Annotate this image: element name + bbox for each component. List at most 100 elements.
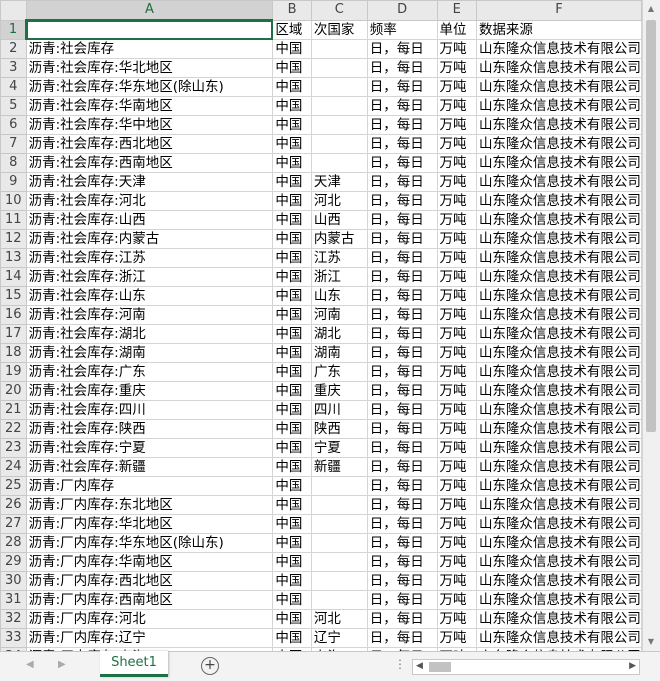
row-header[interactable]: 24: [0, 457, 27, 477]
cell[interactable]: 万吨: [436, 153, 477, 173]
cell[interactable]: 沥青:社会库存:华中地区: [25, 115, 274, 135]
cell[interactable]: 万吨: [436, 58, 477, 78]
cell[interactable]: 中国: [272, 552, 312, 572]
cell[interactable]: 山东隆众信息技术有限公司: [475, 58, 642, 78]
cell[interactable]: 日，每日: [366, 457, 438, 477]
cell[interactable]: 中国: [272, 400, 312, 420]
cell[interactable]: [310, 96, 368, 116]
row-header[interactable]: 6: [0, 115, 27, 135]
cell[interactable]: 中国: [272, 305, 312, 325]
cell[interactable]: 日，每日: [366, 267, 438, 287]
row-header[interactable]: 12: [0, 229, 27, 249]
cell[interactable]: 山东隆众信息技术有限公司: [475, 552, 642, 572]
cell[interactable]: 中国: [272, 438, 312, 458]
row-header[interactable]: 29: [0, 552, 27, 572]
cell[interactable]: 日，每日: [366, 153, 438, 173]
cell[interactable]: 日，每日: [366, 134, 438, 154]
column-header-e[interactable]: E: [436, 0, 477, 21]
cell[interactable]: 中国: [272, 77, 312, 97]
row-header[interactable]: 28: [0, 533, 27, 553]
cell[interactable]: [310, 533, 368, 553]
cell[interactable]: 日，每日: [366, 305, 438, 325]
cell[interactable]: 万吨: [436, 400, 477, 420]
cell[interactable]: 日，每日: [366, 609, 438, 629]
cell[interactable]: 新疆: [310, 457, 368, 477]
cell[interactable]: 万吨: [436, 248, 477, 268]
row-header[interactable]: 4: [0, 77, 27, 97]
row-header[interactable]: 19: [0, 362, 27, 382]
cell[interactable]: 沥青:社会库存:江苏: [25, 248, 274, 268]
row-header[interactable]: 25: [0, 476, 27, 496]
vertical-scroll-thumb[interactable]: [646, 20, 656, 432]
cell[interactable]: 中国: [272, 628, 312, 648]
cell[interactable]: 湖北: [310, 324, 368, 344]
row-header[interactable]: 3: [0, 58, 27, 78]
cell[interactable]: 万吨: [436, 381, 477, 401]
cell[interactable]: 万吨: [436, 362, 477, 382]
cell[interactable]: 沥青:社会库存:浙江: [25, 267, 274, 287]
cell[interactable]: 日，每日: [366, 514, 438, 534]
cell[interactable]: 中国: [272, 419, 312, 439]
cell[interactable]: 沥青:社会库存:宁夏: [25, 438, 274, 458]
cell[interactable]: 湖南: [310, 343, 368, 363]
cell[interactable]: 沥青:社会库存:河北: [25, 191, 274, 211]
cell[interactable]: 日，每日: [366, 552, 438, 572]
column-header-f[interactable]: F: [475, 0, 642, 21]
cell[interactable]: 日，每日: [366, 324, 438, 344]
cell[interactable]: 山东隆众信息技术有限公司: [475, 400, 642, 420]
cell[interactable]: 沥青:社会库存:四川: [25, 400, 274, 420]
cell[interactable]: 沥青:社会库存:湖北: [25, 324, 274, 344]
cell[interactable]: 万吨: [436, 476, 477, 496]
cell[interactable]: 山东隆众信息技术有限公司: [475, 210, 642, 230]
cell[interactable]: 沥青:厂内库存:西南地区: [25, 590, 274, 610]
cell[interactable]: 江苏: [310, 248, 368, 268]
cell[interactable]: 陕西: [310, 419, 368, 439]
cell[interactable]: 万吨: [436, 495, 477, 515]
row-header[interactable]: 11: [0, 210, 27, 230]
cell[interactable]: [310, 153, 368, 173]
scroll-right-arrow-icon[interactable]: ▶: [629, 661, 636, 671]
row-header[interactable]: 17: [0, 324, 27, 344]
spreadsheet-grid[interactable]: A B C D E F 1 区域 次国家 频率 单位 数据来源 2 沥青:社会库存…: [0, 0, 642, 651]
triangle-left-icon[interactable]: ◀: [26, 659, 34, 670]
cell[interactable]: 中国: [272, 571, 312, 591]
cell[interactable]: 山东隆众信息技术有限公司: [475, 286, 642, 306]
cell[interactable]: 万吨: [436, 172, 477, 192]
cell[interactable]: 河北: [310, 191, 368, 211]
cell[interactable]: 山东隆众信息技术有限公司: [475, 609, 642, 629]
horizontal-scrollbar[interactable]: ◀ ▶: [412, 659, 640, 675]
row-header[interactable]: 7: [0, 134, 27, 154]
cell[interactable]: 中国: [272, 210, 312, 230]
cell[interactable]: [310, 514, 368, 534]
row-header[interactable]: 33: [0, 628, 27, 648]
cell[interactable]: 日，每日: [366, 476, 438, 496]
cell[interactable]: 日，每日: [366, 343, 438, 363]
row-header[interactable]: 13: [0, 248, 27, 268]
cell[interactable]: 中国: [272, 343, 312, 363]
cell[interactable]: 频率: [366, 19, 438, 40]
cell[interactable]: 日，每日: [366, 438, 438, 458]
cell[interactable]: [310, 58, 368, 78]
cell[interactable]: 山东隆众信息技术有限公司: [475, 267, 642, 287]
cell[interactable]: [310, 590, 368, 610]
cell[interactable]: 山东隆众信息技术有限公司: [475, 229, 642, 249]
row-header[interactable]: 14: [0, 267, 27, 287]
cell[interactable]: 沥青:社会库存:陕西: [25, 419, 274, 439]
cell[interactable]: 中国: [272, 609, 312, 629]
cell[interactable]: 沥青:社会库存:山西: [25, 210, 274, 230]
cell[interactable]: 中国: [272, 191, 312, 211]
cell[interactable]: 日，每日: [366, 419, 438, 439]
row-header[interactable]: 20: [0, 381, 27, 401]
cell[interactable]: 沥青:社会库存:广东: [25, 362, 274, 382]
cell[interactable]: 山东隆众信息技术有限公司: [475, 514, 642, 534]
cell-table[interactable]: A B C D E F 1 区域 次国家 频率 单位 数据来源 2 沥青:社会库存…: [0, 0, 642, 651]
cell[interactable]: 山东隆众信息技术有限公司: [475, 134, 642, 154]
row-header[interactable]: 8: [0, 153, 27, 173]
cell[interactable]: 沥青:厂内库存:华北地区: [25, 514, 274, 534]
sheet-tab-sheet1[interactable]: Sheet1: [100, 651, 168, 677]
cell[interactable]: 中国: [272, 533, 312, 553]
cell[interactable]: 万吨: [436, 286, 477, 306]
cell[interactable]: 万吨: [436, 609, 477, 629]
cell[interactable]: 万吨: [436, 191, 477, 211]
cell[interactable]: 万吨: [436, 134, 477, 154]
